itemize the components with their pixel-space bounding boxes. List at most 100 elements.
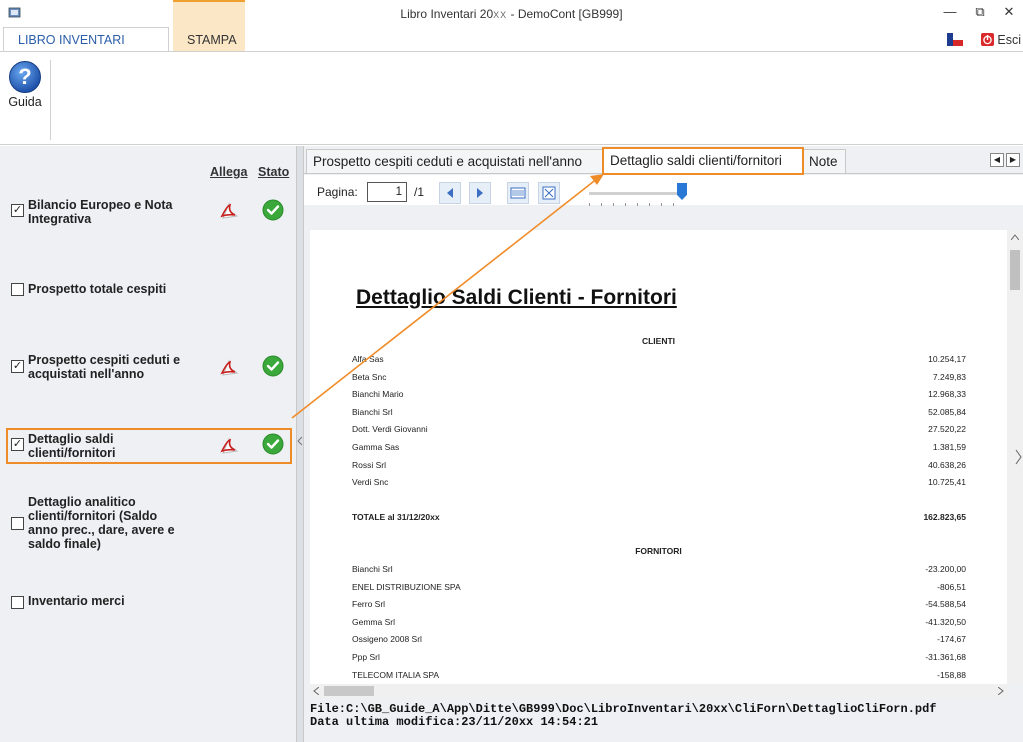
checkbox-unchecked[interactable] xyxy=(11,283,24,296)
panel-splitter[interactable] xyxy=(296,146,304,742)
selection-highlight xyxy=(6,428,292,464)
tab-libro-inventari[interactable]: LIBRO INVENTARI 20XX xyxy=(3,27,169,71)
tab-prospetto-cespiti[interactable]: Prospetto cespiti ceduti e acquistati ne… xyxy=(306,149,604,173)
checkbox-checked[interactable]: ✓ xyxy=(11,360,24,373)
scroll-left-icon[interactable] xyxy=(313,687,319,695)
vertical-scroll-thumb[interactable] xyxy=(1010,250,1020,290)
fit-page-icon xyxy=(542,186,556,200)
fornitori-header: FORNITORI xyxy=(635,546,682,556)
arrow-left-icon xyxy=(447,188,453,198)
row-name: Beta Snc xyxy=(352,371,387,382)
table-row: Gamma Sas 1.381,59 xyxy=(352,442,966,454)
list-item[interactable]: Inventario merci xyxy=(10,594,292,614)
list-item[interactable]: ✓ Bilancio Europeo e Nota Integrativa xyxy=(10,198,292,232)
document-tab-bar: Prospetto cespiti ceduti e acquistati ne… xyxy=(304,146,1023,175)
row-name: Ossigeno 2008 Srl xyxy=(352,634,422,645)
row-name: Rossi Srl xyxy=(352,459,387,470)
row-name: TELECOM ITALIA SPA xyxy=(352,669,440,680)
checkbox-unchecked[interactable] xyxy=(11,517,24,530)
table-row: Ferro Srl -54.588,54 xyxy=(352,599,966,611)
guida-button[interactable]: ? Guida xyxy=(4,60,46,112)
window-title: Libro Inventari 20XX - DemoCont [GB999] xyxy=(400,7,623,21)
row-value: 10.725,41 xyxy=(928,477,966,488)
exit-label: Esci xyxy=(997,32,1021,47)
flag-icon[interactable] xyxy=(947,33,963,46)
zoom-slider-ticks xyxy=(589,203,684,206)
row-value: -41.320,50 xyxy=(925,616,966,627)
table-row: Alfa Sas 10.254,17 xyxy=(352,354,966,366)
tab-scroll-right-button[interactable]: ▶ xyxy=(1006,153,1020,167)
list-item[interactable]: ✓ Prospetto cespiti ceduti e acquistati … xyxy=(10,353,292,387)
zoom-slider-thumb[interactable] xyxy=(677,183,687,200)
row-value: 40.638,26 xyxy=(928,459,966,470)
row-value: 52.085,84 xyxy=(928,406,966,417)
row-name: Bianchi Mario xyxy=(352,389,404,400)
row-value: -158,88 xyxy=(937,669,966,680)
restore-button[interactable]: ⧉ xyxy=(970,3,990,21)
prev-page-button[interactable] xyxy=(439,182,461,204)
row-name: Verdi Snc xyxy=(352,477,389,488)
table-row: Verdi Snc 10.725,41 xyxy=(352,477,966,489)
row-value: -806,51 xyxy=(937,581,966,592)
pdf-icon[interactable] xyxy=(218,201,240,221)
viewer-toolbar: Pagina: 1 /1 xyxy=(304,175,1023,206)
row-name: Alfa Sas xyxy=(352,354,384,364)
horizontal-scroll-thumb[interactable] xyxy=(324,686,374,696)
scroll-right-icon[interactable] xyxy=(998,687,1004,695)
row-name: Dott. Verdi Giovanni xyxy=(352,424,428,435)
table-row: Bianchi Srl -23.200,00 xyxy=(352,564,966,576)
collapse-arrow-icon[interactable] xyxy=(297,436,303,446)
row-name: Ferro Srl xyxy=(352,599,386,610)
row-value: 7.249,83 xyxy=(932,371,966,382)
stato-header: Stato xyxy=(258,165,290,179)
scroll-up-icon[interactable] xyxy=(1011,234,1019,240)
row-value: -54.588,54 xyxy=(925,599,966,610)
power-icon xyxy=(981,33,995,46)
table-row: Beta Snc 7.249,83 xyxy=(352,372,966,384)
item-label: Prospetto cespiti ceduti e acquistati ne… xyxy=(28,353,181,381)
pdf-viewer[interactable]: Dettaglio Saldi Clienti - Fornitori CLIE… xyxy=(310,230,1007,684)
row-name: Bianchi Srl xyxy=(352,564,393,574)
horizontal-scrollbar[interactable] xyxy=(310,684,1007,698)
file-modified: Data ultima modifica:23/11/20xx 14:54:21 xyxy=(310,715,599,729)
exit-button[interactable]: Esci xyxy=(981,31,1021,48)
list-item[interactable]: Dettaglio analitico clienti/fornitori (S… xyxy=(10,495,292,555)
document-title: Dettaglio Saldi Clienti - Fornitori xyxy=(356,286,677,309)
fit-page-button[interactable] xyxy=(538,182,560,204)
checkbox-checked[interactable]: ✓ xyxy=(11,204,24,217)
ribbon: ? Guida xyxy=(0,51,1023,145)
pdf-icon[interactable] xyxy=(218,358,240,378)
check-ok-icon xyxy=(262,355,284,377)
clienti-header: CLIENTI xyxy=(641,336,676,346)
list-item[interactable]: Prospetto totale cespiti xyxy=(10,282,292,302)
pagina-label: Pagina: xyxy=(317,185,358,199)
row-value: -23.200,00 xyxy=(925,564,966,574)
check-ok-icon xyxy=(262,199,284,221)
tab-note[interactable]: Note xyxy=(802,149,846,173)
allega-header: Allega xyxy=(210,165,248,179)
row-name: Gemma Srl xyxy=(352,616,395,627)
fit-width-button[interactable] xyxy=(507,182,529,204)
ribbon-tab-bar: LIBRO INVENTARI 20XX STAMPA Esci xyxy=(0,0,1023,71)
tab-stampa[interactable]: STAMPA xyxy=(173,0,245,51)
close-button[interactable]: ✕ xyxy=(999,3,1019,21)
page-input[interactable]: 1 xyxy=(367,182,407,202)
table-row: Bianchi Mario 12.968,33 xyxy=(352,389,966,401)
totale-label: TOTALE al 31/12/20xx xyxy=(352,512,440,522)
side-panel-handle-icon[interactable] xyxy=(1013,442,1023,472)
row-value: 10.254,17 xyxy=(928,354,966,364)
svg-text:?: ? xyxy=(18,64,31,89)
checkbox-unchecked[interactable] xyxy=(11,596,24,609)
fit-width-icon xyxy=(510,187,526,199)
zoom-slider-track[interactable] xyxy=(589,192,684,195)
tab-dettaglio-saldi[interactable]: Dettaglio saldi clienti/fornitori xyxy=(602,147,804,175)
next-page-button[interactable] xyxy=(469,182,491,204)
tab-scroll-left-button[interactable]: ◀ xyxy=(990,153,1004,167)
table-row: Dott. Verdi Giovanni 27.520,22 xyxy=(352,424,966,436)
item-label: Prospetto totale cespiti xyxy=(28,282,167,296)
row-value: 1.381,59 xyxy=(932,442,966,452)
minimize-button[interactable]: — xyxy=(940,3,960,21)
row-value: 27.520,22 xyxy=(928,424,966,435)
row-value: -174,67 xyxy=(937,634,966,645)
ribbon-separator xyxy=(50,60,51,140)
